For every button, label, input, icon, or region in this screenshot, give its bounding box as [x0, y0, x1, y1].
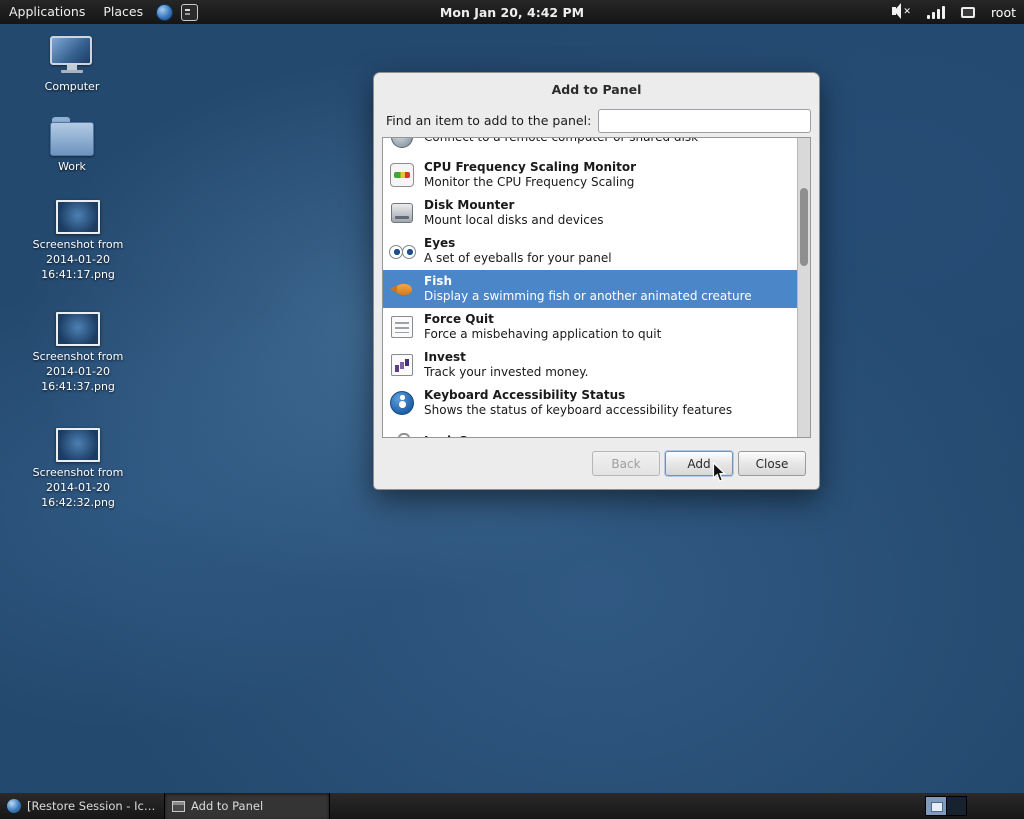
list-item-keyboard-accessibility[interactable]: Keyboard Accessibility Status Shows the …	[383, 384, 810, 422]
applet-rows: Connect to a remote computer or shared d…	[383, 138, 810, 438]
cpu-frequency-icon	[389, 162, 415, 188]
dialog-buttons: Back Add Close	[592, 451, 806, 476]
image-thumbnail	[56, 200, 100, 234]
browser-launcher-icon[interactable]	[156, 3, 174, 21]
volume-muted-icon[interactable]: ✕	[891, 3, 911, 21]
places-menu[interactable]: Places	[94, 0, 152, 24]
dialog-title: Add to Panel	[551, 82, 642, 97]
item-description: Track your invested money.	[424, 365, 589, 379]
mute-x-mark: ✕	[903, 7, 911, 17]
applications-menu[interactable]: Applications	[0, 0, 94, 24]
list-item-disk-mounter[interactable]: Disk Mounter Mount local disks and devic…	[383, 194, 810, 232]
fish-icon	[389, 276, 415, 302]
workspace-2[interactable]	[946, 797, 966, 815]
desktop-icon-screenshot-3[interactable]: Screenshot from 2014-01-20 16:42:32.png	[26, 428, 130, 511]
scrollbar-thumb[interactable]	[800, 188, 808, 266]
user-indicator[interactable]: root	[991, 5, 1016, 20]
item-description: Monitor the CPU Frequency Scaling	[424, 175, 635, 189]
workspace-switcher	[925, 796, 967, 816]
find-row: Find an item to add to the panel:	[386, 108, 811, 133]
item-description: Connect to a remote computer or shared d…	[424, 138, 698, 145]
desktop-icon-screenshot-2[interactable]: Screenshot from 2014-01-20 16:41:37.png	[26, 312, 130, 395]
network-signal-icon[interactable]	[926, 5, 945, 19]
computer-icon	[50, 36, 94, 76]
display-icon[interactable]	[960, 6, 975, 18]
icon-label: Computer	[44, 80, 100, 93]
desktop-icon-screenshot-1[interactable]: Screenshot from 2014-01-20 16:41:17.png	[26, 200, 130, 283]
taskbar-window-label: [Restore Session - Ice...	[27, 799, 157, 813]
item-name: Eyes	[424, 236, 456, 250]
item-description: A set of eyeballs for your panel	[424, 251, 612, 265]
find-label: Find an item to add to the panel:	[386, 113, 592, 128]
disk-mounter-icon	[389, 200, 415, 226]
panel-status-area: ✕ root	[891, 3, 1024, 21]
icon-label: Screenshot from 2014-01-20 16:41:37.png	[32, 350, 124, 393]
desktop-screen: Applications Places Mon Jan 20, 4:42 PM …	[0, 0, 1024, 819]
bottom-taskbar: [Restore Session - Ice... Add to Panel	[0, 793, 1024, 819]
list-item-eyes[interactable]: Eyes A set of eyeballs for your panel	[383, 232, 810, 270]
mouse-cursor	[712, 462, 726, 482]
item-name: Invest	[424, 350, 466, 364]
speaker-cone	[891, 3, 901, 19]
item-name: Lock Screen	[424, 434, 506, 438]
applet-list: Connect to a remote computer or shared d…	[382, 137, 811, 438]
terminal-launcher-icon[interactable]	[181, 3, 199, 21]
image-thumbnail	[56, 428, 100, 462]
dialog-window-icon	[172, 800, 185, 812]
force-quit-icon	[389, 314, 415, 340]
item-description: Mount local disks and devices	[424, 213, 604, 227]
clock[interactable]: Mon Jan 20, 4:42 PM	[440, 5, 584, 20]
list-item-force-quit[interactable]: Force Quit Force a misbehaving applicati…	[383, 308, 810, 346]
icon-label: Screenshot from 2014-01-20 16:42:32.png	[32, 466, 124, 509]
workspace-1[interactable]	[926, 797, 946, 815]
taskbar-window-restore-session[interactable]: [Restore Session - Ice...	[0, 793, 165, 819]
icon-label: Work	[58, 160, 86, 173]
list-item-remote-desktop[interactable]: Connect to a remote computer or shared d…	[383, 138, 810, 156]
list-item-lock-screen[interactable]: Lock Screen	[383, 422, 810, 438]
folder-icon	[50, 117, 94, 156]
item-name: Disk Mounter	[424, 198, 515, 212]
remote-desktop-icon	[389, 138, 415, 150]
taskbar-window-label: Add to Panel	[191, 799, 264, 813]
invest-icon	[389, 352, 415, 378]
icon-label: Screenshot from 2014-01-20 16:41:17.png	[32, 238, 124, 281]
image-thumbnail	[56, 312, 100, 346]
list-item-cpu-frequency[interactable]: CPU Frequency Scaling Monitor Monitor th…	[383, 156, 810, 194]
taskbar-window-add-to-panel[interactable]: Add to Panel	[165, 793, 330, 819]
eyes-icon	[389, 238, 416, 264]
desktop-icon-computer[interactable]: Computer	[20, 36, 124, 95]
top-panel: Applications Places Mon Jan 20, 4:42 PM …	[0, 0, 1024, 24]
list-item-fish-selected[interactable]: Fish Display a swimming fish or another …	[383, 270, 810, 308]
item-name: CPU Frequency Scaling Monitor	[424, 160, 637, 174]
item-description: Shows the status of keyboard accessibili…	[424, 403, 733, 417]
item-name: Fish	[424, 274, 452, 288]
keyboard-accessibility-icon	[389, 390, 415, 416]
item-description: Force a misbehaving application to quit	[424, 327, 662, 341]
close-button[interactable]: Close	[738, 451, 806, 476]
item-description: Display a swimming fish or another anima…	[424, 289, 752, 303]
add-to-panel-dialog: Add to Panel Find an item to add to the …	[373, 72, 820, 490]
desktop-icon-work-folder[interactable]: Work	[20, 116, 124, 175]
list-scrollbar[interactable]	[797, 138, 810, 437]
back-button[interactable]: Back	[592, 451, 660, 476]
find-input[interactable]	[598, 108, 811, 133]
item-name: Force Quit	[424, 312, 494, 326]
list-item-invest[interactable]: Invest Track your invested money.	[383, 346, 810, 384]
lock-screen-icon	[389, 428, 415, 437]
item-name: Keyboard Accessibility Status	[424, 388, 626, 402]
browser-window-icon	[7, 799, 21, 813]
